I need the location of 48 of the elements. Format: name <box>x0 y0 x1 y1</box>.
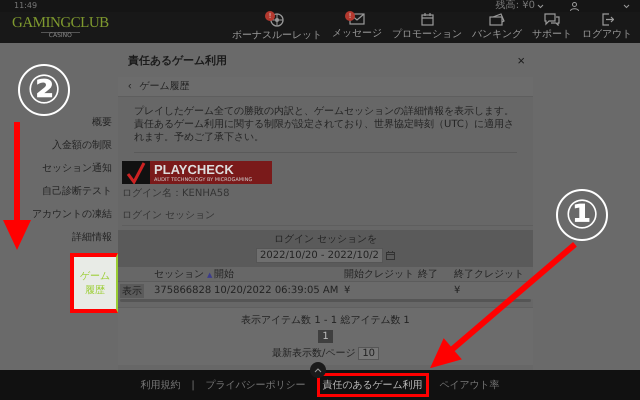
column-header[interactable]: 終了 <box>418 267 454 282</box>
sidebar-item[interactable]: 入金額の制限 <box>52 138 118 152</box>
chevron-up-icon[interactable] <box>314 368 322 372</box>
scroll-up-button[interactable] <box>310 362 326 378</box>
column-header[interactable]: 開始クレジット <box>344 267 418 282</box>
sidebar-item[interactable]: 概要 <box>92 115 118 129</box>
date-range-field[interactable]: 2022/10/20 - 2022/10/2 <box>256 248 383 264</box>
page-button[interactable]: 1 <box>318 330 333 343</box>
user-icon[interactable] <box>570 2 579 10</box>
footer-link[interactable]: ペイアウト率 <box>436 376 503 394</box>
dialog-title: 責任あるゲーム利用 <box>128 52 227 68</box>
clock-time: 11:49 <box>14 0 38 12</box>
sidebar-item[interactable]: 詳細情報 <box>72 230 118 244</box>
back-button[interactable]: ‹ <box>128 80 132 92</box>
chevron-down-icon[interactable] <box>623 4 630 8</box>
nav-button[interactable]: プロモーション <box>390 13 464 42</box>
footer-link[interactable]: 利用規約 <box>137 376 184 394</box>
pagination-summary: 表示アイテム数 1 - 1 総アイテム数 1 <box>241 314 410 327</box>
table-cell-text: 375866828 <box>154 285 212 296</box>
table-cell-text: 10/20/2022 06:39:05 AM <box>214 285 340 296</box>
per-page-label: 最新表示数/ページ <box>272 346 356 360</box>
sidebar-item[interactable]: 自己診断テスト <box>42 184 118 198</box>
calendar-icon <box>420 13 434 26</box>
table-cell-text: ¥ <box>344 285 352 296</box>
description-text: プレイしたゲーム全ての勝敗の内訳と、ゲームセッションの詳細情報を表示します。責任あるゲーム利用に関する制限が設定されており、世界協定時刻（UTC）に適用されます。予めご了承下さい。 <box>134 96 517 153</box>
sidebar-item[interactable]: セッション通知 <box>42 161 118 175</box>
roulette-icon <box>270 13 284 27</box>
sidebar-item[interactable]: アカウントの凍結 <box>32 207 118 221</box>
chat-icon <box>544 13 560 26</box>
nav-button[interactable]: バンキング <box>470 13 524 42</box>
panel-title: ゲーム履歴 <box>140 80 190 94</box>
step-number: ① <box>556 189 608 241</box>
column-header[interactable]: 開始 <box>214 267 344 282</box>
per-page-select[interactable]: 10 <box>358 346 380 360</box>
cards-icon <box>489 13 505 26</box>
close-button[interactable]: × <box>517 52 525 68</box>
nav-button[interactable]: サポート <box>530 13 574 42</box>
footer-link[interactable]: 責任のあるゲーム利用 <box>316 373 429 397</box>
column-header[interactable]: 終了クレジット <box>454 267 531 282</box>
chevron-down-icon[interactable] <box>537 4 544 8</box>
footer-link[interactable]: プライバシーポリシー <box>202 376 309 394</box>
step-number: ② <box>18 64 70 116</box>
separator-text: | <box>191 380 195 390</box>
logout-icon <box>600 13 614 26</box>
nav-button[interactable]: ログアウト <box>580 13 634 42</box>
filter-label: ログイン セッションを <box>274 233 378 246</box>
view-button[interactable]: 表示 <box>120 284 144 298</box>
table-cell-text: ¥ <box>454 285 462 296</box>
